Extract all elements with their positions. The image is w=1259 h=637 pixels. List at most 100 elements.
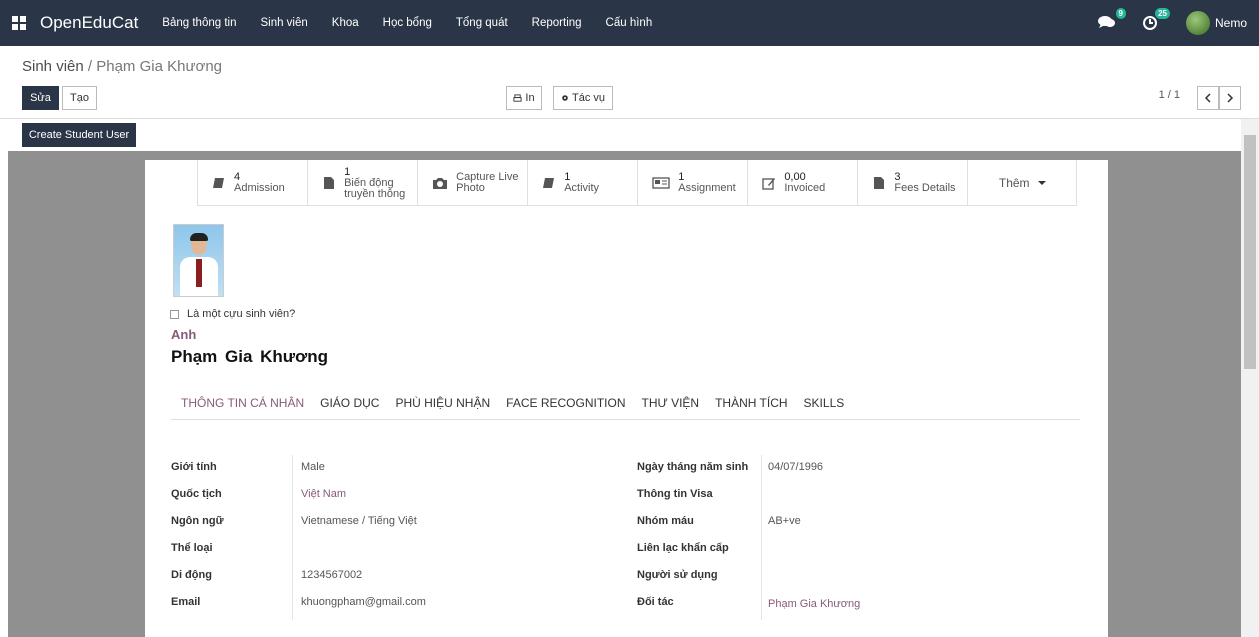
smart-button-activity[interactable]: 1 Activity: [527, 160, 637, 206]
smart-button-label: Assignment: [678, 182, 736, 194]
menu-item-configuration[interactable]: Cấu hình: [606, 17, 653, 29]
messages-button[interactable]: 9: [1097, 8, 1126, 31]
form-statusbar: Create Student User: [0, 119, 1259, 151]
breadcrumb-separator: /: [83, 58, 97, 75]
pager-value[interactable]: 1 / 1: [1159, 89, 1180, 101]
email-value[interactable]: khuongpham@gmail.com: [301, 596, 426, 608]
smart-button-more[interactable]: Thêm: [967, 160, 1077, 206]
file-icon: [324, 177, 335, 189]
breadcrumb-parent[interactable]: Sinh viên: [22, 58, 84, 75]
first-name-field[interactable]: Anh: [171, 327, 196, 342]
field-divider: [761, 455, 762, 620]
tab-skills[interactable]: SKILLS: [804, 396, 845, 420]
smart-button-invoiced[interactable]: 0,00 Invoiced: [747, 160, 857, 206]
menu-item-general[interactable]: Tổng quát: [456, 17, 508, 29]
visa-info-label: Thông tin Visa: [637, 488, 713, 500]
field-divider: [292, 455, 293, 620]
menu-item-dashboard[interactable]: Bảng thông tin: [162, 17, 236, 29]
form-tabs: THÔNG TIN CÁ NHÂN GIÁO DỤC PHÙ HIỆU NHẬN…: [171, 396, 1080, 420]
birth-date-value[interactable]: 04/07/1996: [768, 461, 823, 473]
student-photo[interactable]: [173, 224, 224, 297]
top-navbar: OpenEduCat Bảng thông tin Sinh viên Khoa…: [0, 0, 1259, 46]
blood-group-label: Nhóm máu: [637, 515, 694, 527]
tab-personal-info[interactable]: THÔNG TIN CÁ NHÂN: [181, 396, 304, 420]
smart-button-capture-photo[interactable]: Capture Live Photo: [417, 160, 527, 206]
pager-previous-button[interactable]: [1197, 86, 1219, 110]
category-label: Thể loại: [171, 542, 213, 554]
birth-date-label: Ngày tháng năm sinh: [637, 461, 749, 473]
smart-button-label: Fees Details: [894, 182, 956, 194]
email-label: Email: [171, 596, 201, 608]
smart-button-box: 4 Admission 1 Biến động truyền thông Captu…: [197, 160, 1077, 206]
camera-icon: [433, 178, 448, 189]
print-button[interactable]: In: [506, 86, 542, 110]
breadcrumb-current: Phạm Gia Khương: [96, 58, 223, 75]
scrollbar-thumb[interactable]: [1244, 135, 1256, 369]
language-label: Ngôn ngữ: [171, 515, 224, 527]
tab-badges[interactable]: PHÙ HIỆU NHẬN: [395, 396, 490, 420]
smart-button-assignment[interactable]: 1 Assignment: [637, 160, 747, 206]
print-icon: [513, 93, 522, 102]
user-label: Người sử dụng: [637, 569, 718, 581]
create-student-user-button[interactable]: Create Student User: [22, 123, 136, 147]
gender-label: Giới tính: [171, 461, 217, 473]
control-panel: Sinh viên / Phạm Gia Khương Sửa Tạo In T…: [0, 46, 1259, 119]
mobile-value[interactable]: 1234567002: [301, 569, 362, 581]
action-button[interactable]: Tác vụ: [553, 86, 613, 110]
pencil-square-icon: [762, 178, 776, 190]
apps-menu-icon[interactable]: [12, 16, 26, 30]
alumni-field: Là một cựu sinh viên?: [170, 308, 295, 320]
activities-count-badge: 25: [1155, 8, 1170, 19]
mobile-label: Di động: [171, 569, 212, 581]
tab-library[interactable]: THƯ VIỆN: [642, 396, 700, 420]
smart-button-label: Activity: [564, 182, 600, 194]
tab-education[interactable]: GIÁO DỤC: [320, 396, 379, 420]
activities-button[interactable]: 25: [1142, 8, 1170, 31]
scrollbar[interactable]: [1241, 119, 1259, 637]
menu-item-faculty[interactable]: Khoa: [332, 17, 359, 29]
tab-face-recognition[interactable]: FACE RECOGNITION: [506, 396, 625, 420]
smart-button-fees-details[interactable]: 3 Fees Details: [857, 160, 967, 206]
student-name-title[interactable]: Phạm Gia Khương: [171, 347, 328, 367]
smart-button-label: Capture Live Photo: [456, 171, 519, 194]
newspaper-icon: [652, 177, 670, 189]
emergency-contact-label: Liên lạc khẩn cấp: [637, 542, 729, 554]
print-label: In: [525, 92, 535, 104]
nationality-label: Quốc tịch: [171, 488, 222, 500]
smart-button-label: Invoiced: [784, 182, 826, 194]
messages-count-badge: 9: [1115, 8, 1126, 19]
file-icon: [874, 177, 885, 189]
smart-button-admission[interactable]: 4 Admission: [197, 160, 307, 206]
smart-button-label: Biến động truyền thông: [344, 176, 406, 200]
chat-bubbles-icon: [1097, 16, 1115, 28]
user-menu[interactable]: Nemo: [1185, 11, 1247, 35]
action-label: Tác vụ: [571, 92, 605, 104]
menu-item-students[interactable]: Sinh viên: [260, 17, 307, 29]
partner-value[interactable]: Phạm Gia Khương: [768, 598, 860, 610]
smart-button-label: Admission: [234, 182, 285, 194]
pager-next-button[interactable]: [1219, 86, 1241, 110]
smart-button-communication[interactable]: 1 Biến động truyền thông: [307, 160, 417, 206]
gender-value[interactable]: Male: [301, 461, 325, 473]
book-icon: [543, 178, 555, 188]
create-button[interactable]: Tạo: [62, 86, 97, 110]
smart-button-value: 1: [344, 165, 351, 178]
form-sheet: 4 Admission 1 Biến động truyền thông Captu…: [145, 160, 1108, 637]
nationality-value[interactable]: Việt Nam: [301, 488, 346, 500]
blood-group-value[interactable]: AB+ve: [768, 515, 801, 527]
caret-down-icon: [1037, 181, 1046, 185]
chevron-right-icon: [1227, 93, 1234, 103]
menu-item-scholarship[interactable]: Học bổng: [383, 17, 432, 29]
smart-button-label: Thêm: [998, 176, 1030, 190]
chevron-left-icon: [1204, 93, 1211, 103]
language-value[interactable]: Vietnamese / Tiếng Việt: [301, 515, 417, 527]
edit-button[interactable]: Sửa: [22, 86, 59, 110]
partner-label: Đối tác: [637, 596, 674, 608]
clock-icon: [1142, 16, 1157, 30]
menu-item-reporting[interactable]: Reporting: [532, 17, 582, 29]
alumni-checkbox[interactable]: [170, 309, 179, 319]
alumni-label: Là một cựu sinh viên?: [187, 308, 296, 320]
tab-achievements[interactable]: THÀNH TÍCH: [715, 396, 787, 420]
user-avatar: [1185, 11, 1210, 35]
brand-name[interactable]: OpenEduCat: [40, 13, 138, 33]
